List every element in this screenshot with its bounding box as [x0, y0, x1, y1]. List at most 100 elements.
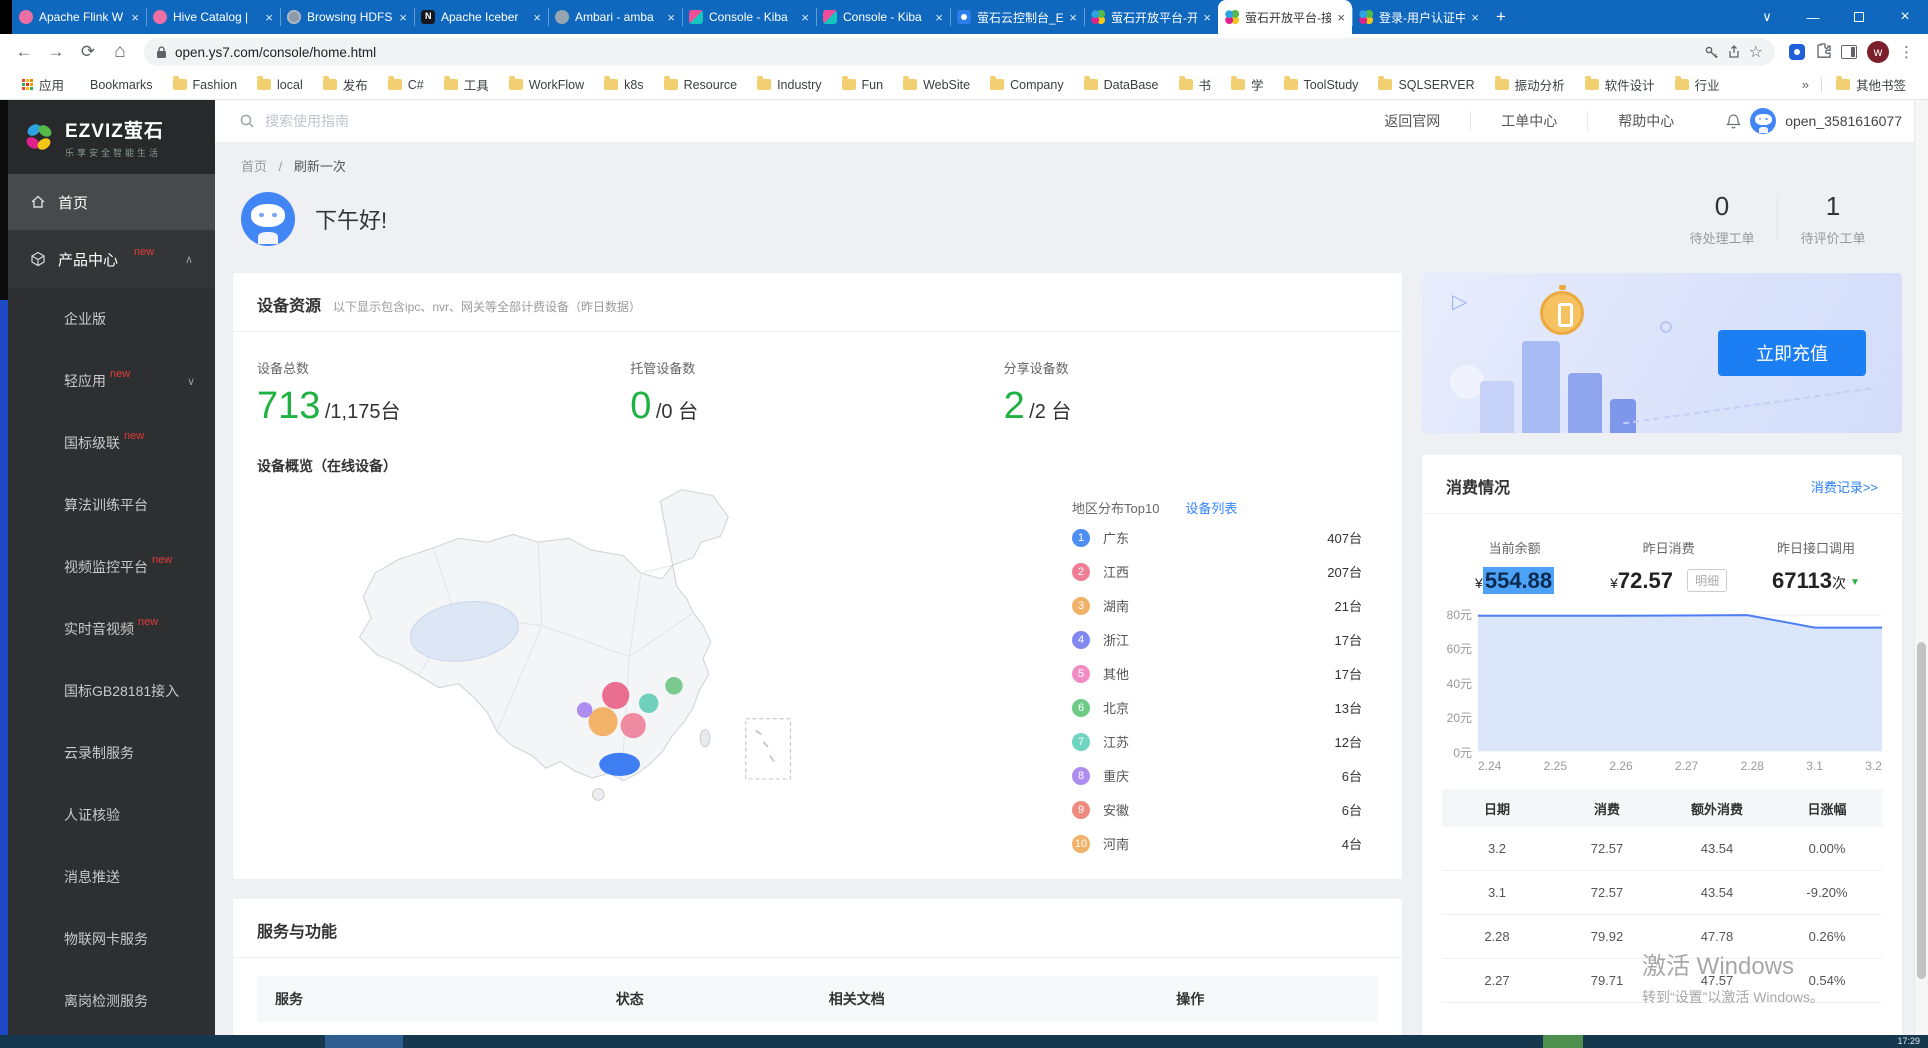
tab-close-icon[interactable]: × [1203, 10, 1211, 25]
device-list-link[interactable]: 设备列表 [1185, 498, 1237, 517]
restore-button[interactable] [1836, 0, 1882, 34]
sidebar-item[interactable]: 人证核验 [8, 784, 215, 846]
bookmarks-overflow-icon[interactable]: » [1794, 77, 1817, 92]
browser-tab[interactable]: 萤石开放平台-接 × [1218, 0, 1352, 34]
browser-tab[interactable]: Browsing HDFS × [280, 0, 414, 34]
bookmark-item[interactable]: Industry [747, 78, 831, 92]
bookmark-item[interactable]: WorkFlow [499, 78, 594, 92]
browser-tab[interactable]: Apache Iceber × [414, 0, 548, 34]
sidebar-item[interactable]: 轻应用 new ∨ [8, 350, 215, 412]
sidebar-item[interactable]: 离岗检测服务 [8, 970, 215, 1032]
tab-close-icon[interactable]: × [1337, 10, 1345, 25]
browser-tab[interactable]: 萤石云控制台_E × [950, 0, 1084, 34]
sidebar-section-products[interactable]: 产品中心 new ∧ [8, 230, 215, 288]
consumption-records-link[interactable]: 消费记录>> [1811, 477, 1878, 496]
bookmark-item[interactable]: 学 [1221, 75, 1274, 94]
browser-tab[interactable]: Hive Catalog | × [146, 0, 280, 34]
bookmark-item[interactable]: 书 [1169, 75, 1222, 94]
top-nav-link[interactable]: 返回官网 [1354, 111, 1470, 131]
browser-tab[interactable]: Console - Kiba × [682, 0, 816, 34]
detail-button[interactable]: 明细 [1687, 569, 1727, 592]
tab-close-icon[interactable]: × [533, 10, 541, 25]
forward-icon[interactable]: → [42, 38, 70, 66]
browser-tab[interactable]: Ambari - amba × [548, 0, 682, 34]
tab-close-icon[interactable]: × [399, 10, 407, 25]
home-icon[interactable]: ⌂ [106, 38, 134, 66]
tab-close-icon[interactable]: × [935, 10, 943, 25]
sidebar-item[interactable]: 企业版 [8, 288, 215, 350]
app-logo[interactable]: EZVIZ萤石 乐享安全智能生活 [8, 100, 215, 174]
search-box[interactable] [239, 113, 1354, 129]
bookmark-item[interactable]: 工具 [434, 75, 499, 94]
minimize-button[interactable]: — [1790, 0, 1836, 34]
tab-search-icon[interactable]: ∨ [1744, 0, 1790, 34]
bell-icon[interactable] [1726, 113, 1741, 130]
bookmark-item[interactable]: 应用 [12, 75, 74, 94]
extensions-puzzle-icon[interactable] [1815, 42, 1831, 63]
bookmark-item[interactable]: WebSite [893, 78, 980, 92]
browser-tab[interactable]: Apache Flink W × [12, 0, 146, 34]
caret-down-icon[interactable]: ▼ [1850, 577, 1860, 588]
sidebar-item[interactable]: 国标级联 new [8, 412, 215, 474]
bookmark-item[interactable]: Fashion [163, 78, 247, 92]
top-nav-link[interactable]: 帮助中心 [1587, 111, 1704, 131]
sidebar-item-home[interactable]: 首页 [8, 174, 215, 230]
key-icon[interactable] [1704, 45, 1719, 60]
tab-close-icon[interactable]: × [265, 10, 273, 25]
search-input[interactable] [265, 113, 565, 129]
tab-close-icon[interactable]: × [1069, 10, 1077, 25]
new-tab-button[interactable]: + [1486, 0, 1516, 34]
sidebar-item[interactable]: 国标GB28181接入 [8, 660, 215, 722]
browser-tab[interactable]: 萤石开放平台-开 × [1084, 0, 1218, 34]
bookmark-item[interactable]: SQLSERVER [1368, 78, 1484, 92]
page-scrollbar[interactable] [1914, 100, 1928, 1035]
sidebar-item[interactable]: 算法训练平台 [8, 474, 215, 536]
bookmark-item[interactable]: k8s [594, 78, 653, 92]
pending-workorders[interactable]: 0 待处理工单 [1667, 191, 1777, 247]
sidebar-item[interactable]: 实时音视频 new [8, 598, 215, 660]
user-box[interactable]: open_3581616077 [1704, 108, 1928, 134]
reload-icon[interactable]: ⟳ [74, 38, 102, 66]
tab-close-icon[interactable]: × [1471, 10, 1479, 25]
bookmark-item[interactable]: 行业 [1665, 75, 1730, 94]
breadcrumb-home[interactable]: 首页 [241, 159, 267, 174]
browser-tab[interactable]: 登录-用户认证中 × [1352, 0, 1486, 34]
user-avatar[interactable] [1750, 108, 1776, 134]
spend-chart-svg[interactable] [1478, 614, 1882, 752]
bookmark-item[interactable]: Fun [832, 78, 894, 92]
bookmark-item[interactable]: ToolStudy [1274, 78, 1369, 92]
top-nav-link[interactable]: 工单中心 [1470, 111, 1587, 131]
extension-bing-icon[interactable] [1789, 44, 1805, 60]
windows-taskbar[interactable]: 17:29 [0, 1035, 1928, 1048]
taskbar-app-button[interactable] [325, 1035, 403, 1048]
bookmark-item[interactable]: local [247, 78, 313, 92]
bookmark-item[interactable]: Resource [654, 78, 748, 92]
tab-close-icon[interactable]: × [131, 10, 139, 25]
taskbar-app-button[interactable] [1543, 1035, 1583, 1048]
other-bookmarks[interactable]: 其他书签 [1826, 75, 1916, 94]
sidebar-item[interactable]: 视频监控平台 new [8, 536, 215, 598]
bookmark-item[interactable]: C# [378, 78, 434, 92]
sidebar-item[interactable]: 消息推送 [8, 846, 215, 908]
bookmark-item[interactable]: DataBase [1074, 78, 1169, 92]
share-icon[interactable] [1727, 45, 1741, 59]
tab-close-icon[interactable]: × [801, 10, 809, 25]
browser-tab[interactable]: Console - Kiba × [816, 0, 950, 34]
sidebar-item[interactable]: 云录制服务 [8, 722, 215, 784]
bookmark-item[interactable]: 振动分析 [1485, 75, 1575, 94]
profile-avatar[interactable]: w [1867, 41, 1889, 63]
bookmark-star-icon[interactable]: ☆ [1749, 42, 1763, 62]
bookmark-item[interactable]: 发布 [313, 75, 378, 94]
tab-close-icon[interactable]: × [667, 10, 675, 25]
menu-kebab-icon[interactable]: ⋮ [1899, 43, 1914, 61]
china-map[interactable] [293, 480, 1072, 857]
side-panel-icon[interactable] [1841, 45, 1857, 59]
sidebar-item[interactable]: 物联网卡服务 [8, 908, 215, 970]
review-workorders[interactable]: 1 待评价工单 [1778, 191, 1888, 247]
back-icon[interactable]: ← [10, 38, 38, 66]
bookmark-item[interactable]: 软件设计 [1575, 75, 1665, 94]
bookmark-item[interactable]: Company [980, 78, 1074, 92]
address-bar[interactable]: open.ys7.com/console/home.html ☆ [144, 38, 1775, 66]
recharge-button[interactable]: 立即充值 [1718, 330, 1866, 376]
scrollbar-thumb[interactable] [1917, 642, 1926, 979]
